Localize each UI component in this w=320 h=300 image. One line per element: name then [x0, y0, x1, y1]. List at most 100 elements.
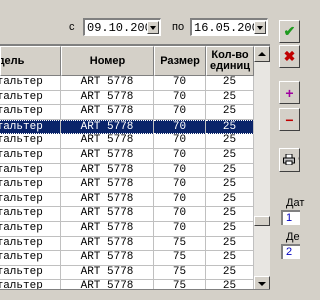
cell-number: ART 5778 [61, 265, 154, 281]
column-header-size[interactable]: Размер [154, 46, 206, 76]
table-row[interactable]: стальтерART 57787525 [0, 251, 254, 266]
cell-model: стальтер [0, 221, 61, 237]
cell-quantity: 25 [206, 280, 254, 289]
date-from-label: с [69, 21, 75, 33]
cell-size: 75 [154, 280, 206, 289]
cell-quantity: 25 [206, 105, 254, 120]
cell-size: 70 [154, 119, 206, 135]
cell-size: 70 [154, 105, 206, 120]
cell-size: 70 [154, 221, 206, 237]
cell-model: стальтер [0, 192, 61, 208]
table-row-selected[interactable]: стальтерART 57787025 [0, 119, 254, 135]
data-grid[interactable]: одель Номер Размер Кол-во единиц стальте… [0, 44, 270, 290]
table-row[interactable]: стальтерART 57787025 [0, 178, 254, 193]
cell-number: ART 5778 [61, 105, 154, 120]
date-to-field[interactable]: 16.05.2003 [190, 18, 268, 36]
cell-number: ART 5778 [61, 221, 154, 237]
date-group-field[interactable]: 1 [281, 210, 300, 225]
cell-quantity: 25 [206, 236, 254, 252]
ok-button[interactable]: ✔ [279, 20, 300, 43]
plus-icon: + [285, 84, 294, 101]
cell-quantity: 25 [206, 163, 254, 179]
add-button[interactable]: + [279, 81, 300, 104]
cell-quantity: 25 [206, 119, 254, 135]
cell-size: 70 [154, 76, 206, 91]
column-header-number[interactable]: Номер [61, 46, 154, 76]
cell-quantity: 25 [206, 76, 254, 91]
cell-quantity: 25 [206, 221, 254, 237]
scroll-up-button[interactable] [254, 46, 270, 62]
table-row[interactable]: стальтерART 57787025 [0, 105, 254, 120]
column-header-model[interactable]: одель [0, 46, 61, 76]
horizontal-scrollbar[interactable] [0, 290, 272, 300]
table-row[interactable]: стальтерART 57787025 [0, 163, 254, 179]
cell-size: 70 [154, 148, 206, 164]
table-row[interactable]: стальтерART 57787025 [0, 192, 254, 208]
cell-number: ART 5778 [61, 119, 154, 135]
scroll-down-button[interactable] [254, 276, 270, 289]
cell-model: стальтер [0, 134, 61, 149]
cell-model: стальтер [0, 76, 61, 91]
table-row[interactable]: стальтерART 57787525 [0, 265, 254, 281]
vertical-scrollbar[interactable] [254, 46, 270, 289]
cell-number: ART 5778 [61, 76, 154, 91]
cell-quantity: 25 [206, 148, 254, 164]
cell-number: ART 5778 [61, 207, 154, 222]
den-group-label: Де [286, 231, 300, 243]
column-header-quantity[interactable]: Кол-во единиц [206, 46, 254, 76]
table-row[interactable]: стальтерART 57787525 [0, 236, 254, 252]
date-from-field[interactable]: 09.10.2001 [83, 18, 161, 36]
cell-size: 70 [154, 90, 206, 106]
cell-model: стальтер [0, 251, 61, 266]
cell-model: стальтер [0, 119, 61, 135]
table-row[interactable]: стальтерART 57787025 [0, 207, 254, 222]
cell-model: стальтер [0, 265, 61, 281]
cell-quantity: 25 [206, 90, 254, 106]
cell-quantity: 25 [206, 207, 254, 222]
cell-size: 75 [154, 251, 206, 266]
cell-model: стальтер [0, 163, 61, 179]
cell-model: стальтер [0, 207, 61, 222]
checkmark-icon: ✔ [283, 23, 296, 39]
den-group-field[interactable]: 2 [281, 244, 300, 259]
cell-model: стальтер [0, 148, 61, 164]
print-button[interactable]: С [279, 148, 300, 172]
delete-button[interactable]: ✖ [279, 45, 300, 68]
date-from-dropdown-button[interactable] [147, 21, 159, 34]
grid-body: стальтерART 57787025стальтерART 57787025… [0, 76, 254, 289]
cell-size: 70 [154, 134, 206, 149]
close-x-icon: ✖ [283, 48, 296, 64]
cell-number: ART 5778 [61, 236, 154, 252]
cell-number: ART 5778 [61, 134, 154, 149]
cell-number: ART 5778 [61, 192, 154, 208]
table-row[interactable]: стальтерART 57787025 [0, 221, 254, 237]
remove-button[interactable]: − [279, 108, 300, 131]
table-row[interactable]: стальтерART 57787025 [0, 90, 254, 106]
cell-size: 70 [154, 163, 206, 179]
date-to-dropdown-button[interactable] [254, 21, 266, 34]
cell-number: ART 5778 [61, 148, 154, 164]
printer-icon [283, 153, 295, 166]
cell-quantity: 25 [206, 178, 254, 193]
table-row[interactable]: стальтерART 57787025 [0, 148, 254, 164]
scroll-thumb[interactable] [254, 216, 270, 226]
cell-model: стальтер [0, 236, 61, 252]
print-button-label: С [298, 153, 299, 165]
cell-number: ART 5778 [61, 163, 154, 179]
table-row[interactable]: стальтерART 57787025 [0, 76, 254, 91]
table-row[interactable]: стальтерART 57787525 [0, 280, 254, 289]
cell-quantity: 25 [206, 265, 254, 281]
cell-model: стальтер [0, 90, 61, 106]
cell-model: стальтер [0, 280, 61, 289]
date-to-label: по [172, 21, 185, 33]
cell-size: 75 [154, 265, 206, 281]
table-row[interactable]: стальтерART 57787025 [0, 134, 254, 149]
cell-number: ART 5778 [61, 90, 154, 106]
date-group-label: Дат [286, 197, 305, 209]
cell-model: стальтер [0, 178, 61, 193]
minus-icon: − [285, 111, 294, 128]
cell-number: ART 5778 [61, 251, 154, 266]
cell-number: ART 5778 [61, 280, 154, 289]
grid-header: одель Номер Размер Кол-во единиц [0, 46, 254, 76]
cell-size: 70 [154, 207, 206, 222]
